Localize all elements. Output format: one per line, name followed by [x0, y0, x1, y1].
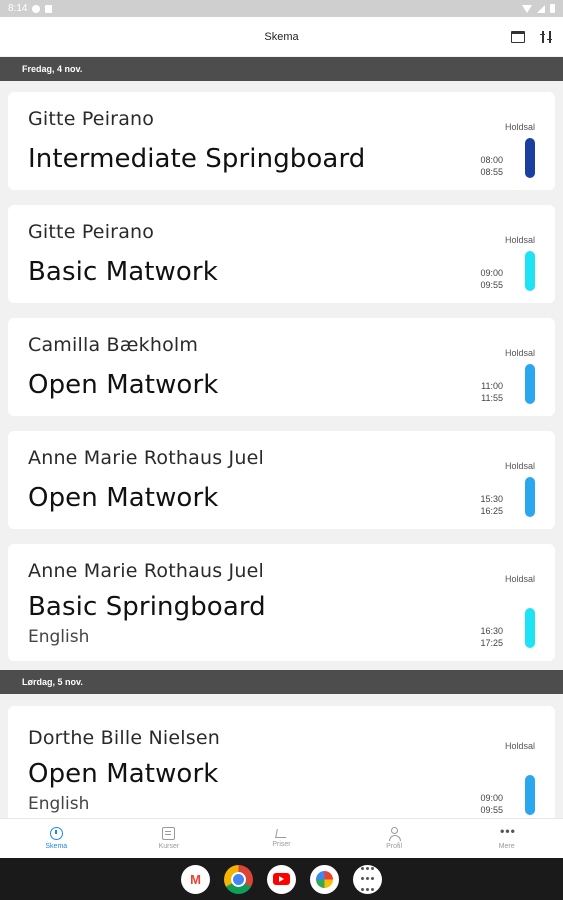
nav-item-skema[interactable]: Skema: [0, 819, 113, 858]
chrome-icon[interactable]: [224, 864, 253, 894]
system-dock: M: [0, 858, 563, 900]
nav-label: Kurser: [158, 843, 180, 850]
class-times: 09:00 09:55: [480, 792, 503, 816]
class-card[interactable]: Gitte Peirano Basic Matwork Holdsal 09:0…: [8, 205, 555, 303]
filter-sliders-icon[interactable]: [539, 30, 553, 44]
room-label: Holdsal: [504, 461, 535, 471]
battery-icon: [550, 4, 555, 13]
class-times: 15:30 16:25: [480, 493, 503, 517]
course-name: Basic Springboard: [28, 592, 266, 622]
room-label: Holdsal: [504, 122, 535, 132]
person-icon: [388, 827, 401, 841]
status-bar: 8:14: [0, 0, 563, 17]
start-time: 16:30: [480, 626, 503, 636]
course-name: Open Matwork: [28, 759, 219, 789]
end-time: 11:55: [481, 393, 503, 403]
document-icon: [45, 4, 53, 13]
notification-icon: [32, 4, 41, 13]
start-time: 15:30: [480, 494, 503, 504]
signal-icon: [537, 4, 545, 13]
end-time: 17:25: [480, 638, 503, 648]
class-times: 16:30 17:25: [480, 625, 503, 649]
youtube-icon[interactable]: [267, 864, 296, 894]
language-label: English: [28, 627, 90, 647]
course-name: Basic Matwork: [28, 257, 218, 287]
teacher-name: Anne Marie Rothaus Juel: [28, 560, 264, 582]
more-icon: •••: [500, 824, 516, 838]
teacher-name: Dorthe Bille Nielsen: [28, 727, 220, 749]
class-times: 09:00 09:55: [480, 267, 503, 291]
calendar-view-icon[interactable]: [511, 30, 525, 43]
room-label: Holdsal: [504, 348, 535, 358]
room-label: Holdsal: [504, 741, 535, 751]
teacher-name: Anne Marie Rothaus Juel: [28, 447, 264, 469]
list-icon: [162, 827, 176, 840]
course-name: Open Matwork: [28, 370, 219, 400]
nav-item-profil[interactable]: Profil: [338, 819, 451, 858]
nav-label: Skema: [45, 843, 68, 850]
color-indicator: [525, 775, 535, 815]
class-times: 11:00 11:55: [481, 380, 503, 404]
end-time: 08:55: [480, 167, 503, 177]
start-time: 09:00: [480, 268, 503, 278]
end-time: 09:55: [480, 280, 503, 290]
room-label: Holdsal: [504, 235, 535, 245]
wifi-icon: [522, 4, 532, 13]
teacher-name: Gitte Peirano: [28, 108, 155, 130]
nav-label: Profil: [386, 843, 403, 850]
day-header: Fredag, 4 nov.: [0, 57, 563, 81]
day-header: Lørdag, 5 nov.: [0, 670, 563, 694]
class-card[interactable]: Camilla Bækholm Open Matwork Holdsal 11:…: [8, 318, 555, 416]
photos-icon[interactable]: [310, 864, 339, 894]
clock-icon: [49, 827, 63, 840]
course-name: Intermediate Springboard: [28, 144, 366, 174]
start-time: 09:00: [480, 793, 503, 803]
color-indicator: [525, 477, 535, 517]
start-time: 11:00: [481, 381, 503, 391]
nav-item-kurser[interactable]: Kurser: [113, 819, 226, 858]
bottom-navigation: Skema Kurser Priser Profil ••• Mere: [0, 818, 563, 858]
teacher-name: Camilla Bækholm: [28, 334, 199, 356]
teacher-name: Gitte Peirano: [28, 221, 155, 243]
class-card[interactable]: Anne Marie Rothaus Juel Basic Springboar…: [8, 544, 555, 661]
color-indicator: [525, 138, 535, 178]
nav-item-priser[interactable]: Priser: [225, 819, 338, 858]
app-bar: Skema: [0, 17, 563, 56]
page-title: Skema: [264, 30, 299, 43]
class-card[interactable]: Gitte Peirano Intermediate Springboard H…: [8, 92, 555, 190]
cart-icon: [275, 829, 288, 838]
class-card[interactable]: Dorthe Bille Nielsen Open Matwork Englis…: [8, 706, 555, 823]
color-indicator: [525, 251, 535, 291]
nav-label: Priser: [272, 841, 291, 848]
status-time: 8:14: [8, 3, 28, 14]
app-drawer-icon[interactable]: [353, 864, 382, 894]
end-time: 16:25: [480, 506, 503, 516]
room-label: Holdsal: [504, 574, 535, 584]
nav-item-mere[interactable]: ••• Mere: [450, 819, 563, 858]
language-label: English: [28, 794, 90, 814]
start-time: 08:00: [480, 155, 503, 165]
color-indicator: [525, 364, 535, 404]
end-time: 09:55: [480, 805, 503, 815]
nav-label: Mere: [498, 843, 515, 850]
gmail-icon[interactable]: M: [181, 864, 210, 894]
color-indicator: [525, 608, 535, 648]
class-card[interactable]: Anne Marie Rothaus Juel Open Matwork Hol…: [8, 431, 555, 529]
course-name: Open Matwork: [28, 483, 219, 513]
class-times: 08:00 08:55: [480, 154, 503, 178]
